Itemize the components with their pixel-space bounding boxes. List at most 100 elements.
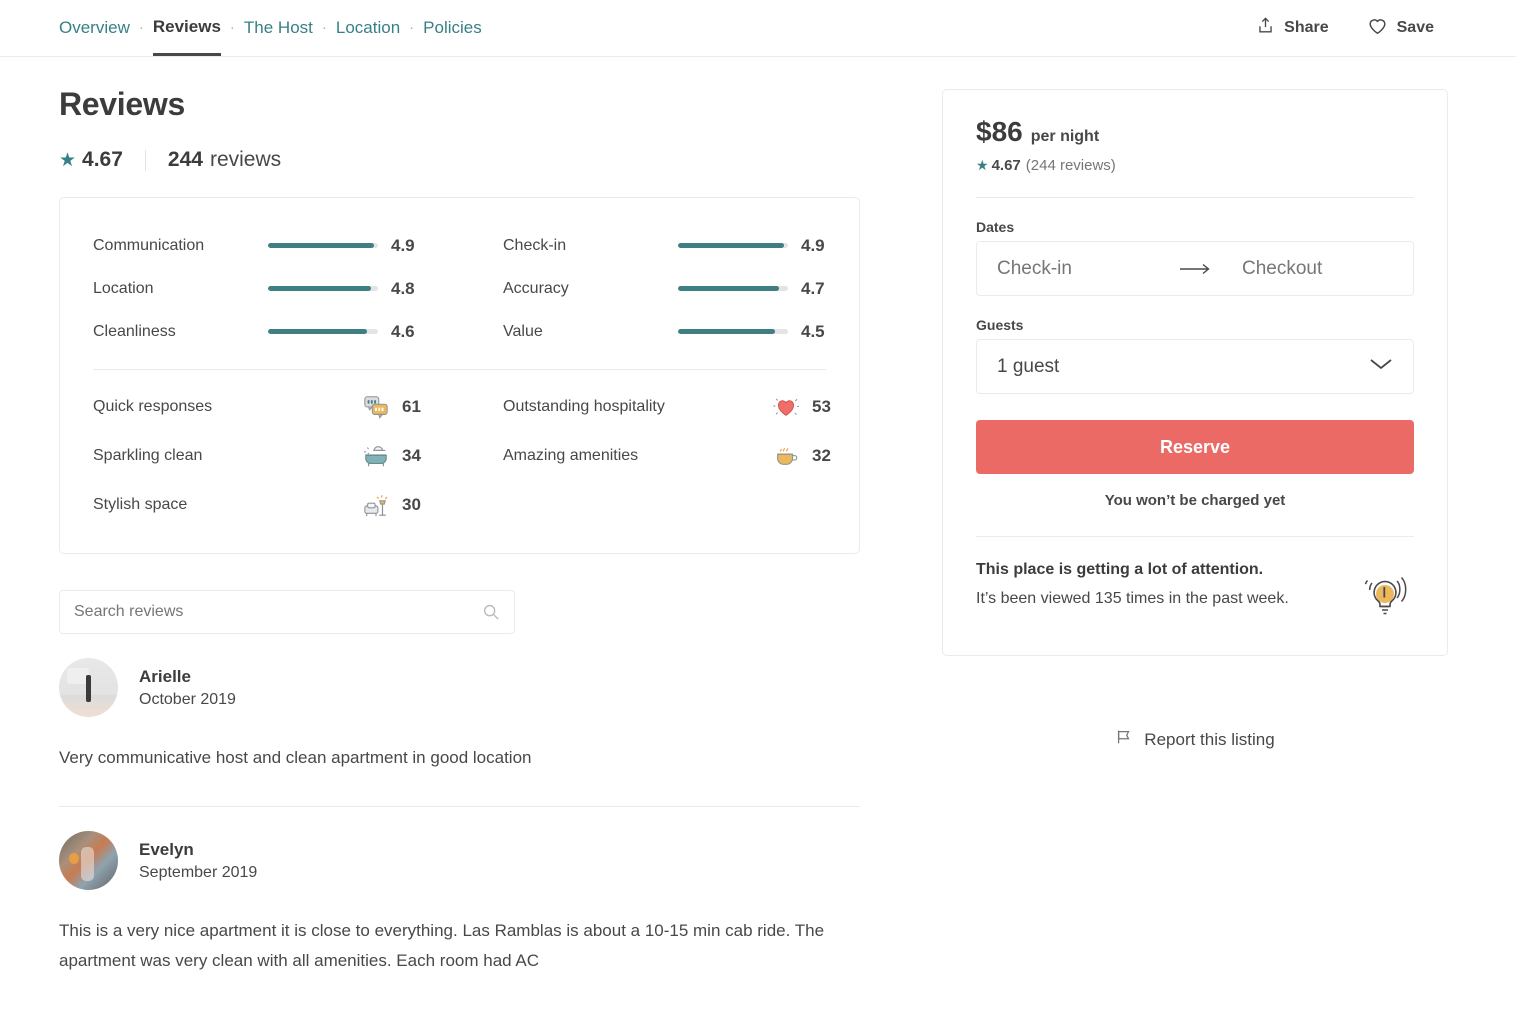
rating-bar-value: 4.8 (391, 278, 415, 298)
highlight-tag-row: Stylish space 30 (93, 480, 503, 529)
rating-bar-fill (678, 286, 780, 291)
highlight-tag-count: 30 (402, 494, 421, 514)
rating-bar-track (678, 329, 788, 334)
rating-bar-value: 4.7 (801, 278, 825, 298)
bathtub-icon (361, 441, 391, 471)
share-button[interactable]: Share (1250, 15, 1334, 41)
save-label: Save (1396, 19, 1434, 36)
reserve-button[interactable]: Reserve (976, 420, 1414, 474)
nav-item-overview[interactable]: Overview (59, 0, 130, 56)
dates-label: Dates (976, 219, 1015, 235)
nav-item-policies[interactable]: Policies (423, 0, 482, 56)
attention-title: This place is getting a lot of attention… (976, 561, 1264, 578)
secondary-nav-bar: Overview · Reviews · The Host · Location… (0, 0, 1516, 57)
attention-text: This place is getting a lot of attention… (976, 561, 1356, 611)
rating-bar-track (678, 286, 788, 291)
highlight-tag-label: Stylish space (93, 495, 188, 513)
highlight-tags-grid: Quick responses 61 Sparkling clean 34 St… (60, 382, 859, 529)
highlight-tag-count: 53 (812, 396, 831, 416)
guests-select[interactable]: 1 guest (976, 339, 1414, 394)
rating-bar-label: Value (503, 322, 543, 340)
divider (976, 536, 1414, 537)
nav-separator: · (321, 18, 327, 36)
rating-bar-track (268, 286, 378, 291)
checkin-input[interactable]: Check-in (977, 242, 1168, 295)
nav-item-reviews[interactable]: Reviews (152, 0, 221, 56)
review-meta: Evelyn September 2019 (139, 840, 257, 882)
dates-field[interactable]: Check-in Checkout (976, 241, 1414, 296)
rating-bar-fill (268, 243, 374, 248)
star-icon: ★ (59, 149, 77, 171)
price-period: per night (1030, 128, 1100, 145)
highlight-tag-row: Quick responses 61 (93, 382, 503, 431)
nav-separator: · (409, 18, 415, 36)
review-text: Very communicative host and clean apartm… (59, 748, 532, 767)
review-item: Arielle October 2019 Very communicative … (59, 634, 919, 807)
heart-outline-icon (1367, 16, 1388, 40)
highlight-tag-label: Quick responses (93, 397, 213, 415)
search-reviews-field[interactable] (59, 590, 515, 634)
search-icon[interactable] (482, 603, 500, 626)
rating-bar-row: Communication 4.9 (93, 224, 503, 267)
review-meta: Arielle October 2019 (139, 667, 236, 709)
rating-bar-label: Cleanliness (93, 322, 176, 340)
rating-bars-right-column: Check-in 4.9 Accuracy 4.7 Value 4.5 (503, 224, 826, 353)
rating-bars-left-column: Communication 4.9 Location 4.8 Cleanline… (93, 224, 503, 353)
highlight-tag-count: 32 (812, 445, 831, 465)
review-date: September 2019 (139, 863, 258, 881)
rating-bar-value: 4.9 (391, 235, 415, 255)
highlight-tag-row-empty (503, 480, 831, 529)
rating-bar-track (268, 243, 378, 248)
guests-label: Guests (976, 317, 1024, 333)
checkout-input[interactable]: Checkout (1222, 242, 1413, 295)
divider (976, 197, 1414, 198)
highlight-tag-count: 34 (402, 445, 421, 465)
rating-breakdown-card: Communication 4.9 Location 4.8 Cleanline… (59, 197, 860, 554)
highlight-tags-left-column: Quick responses 61 Sparkling clean 34 St… (93, 382, 503, 529)
rating-bar-row: Value 4.5 (503, 310, 826, 353)
armchair-lamp-icon (361, 490, 391, 520)
avatar (59, 658, 118, 717)
highlight-tag-row: Amazing amenities 32 (503, 431, 831, 480)
price-amount: $86 (976, 116, 1023, 147)
overall-rating-value: 4.67 (82, 148, 123, 171)
review-header: Evelyn September 2019 (59, 831, 919, 890)
rating-bar-value: 4.6 (391, 321, 415, 341)
rating-bar-label: Communication (93, 236, 205, 254)
review-count-label: reviews (209, 148, 282, 171)
reviews-main-column: Reviews ★ 4.67 244 reviews Communication… (59, 57, 919, 976)
rating-bar-fill (678, 329, 775, 334)
booking-card: $86 per night ★ 4.67 (244 reviews) Dates… (942, 89, 1448, 656)
share-label: Share (1284, 19, 1329, 36)
price-row: $86 per night (976, 116, 1414, 148)
search-input[interactable] (60, 591, 514, 633)
booking-rating-row[interactable]: ★ 4.67 (244 reviews) (976, 157, 1414, 174)
nav-item-location[interactable]: Location (336, 0, 400, 56)
rating-bar-fill (268, 329, 367, 334)
reviewer-name: Arielle (139, 666, 191, 686)
coffee-cup-icon (771, 441, 801, 471)
save-button[interactable]: Save (1361, 15, 1440, 41)
rating-bar-row: Check-in 4.9 (503, 224, 826, 267)
review-text: This is a very nice apartment it is clos… (59, 921, 825, 970)
report-listing-link[interactable]: Report this listing (942, 728, 1448, 751)
booking-rating-value: 4.67 (991, 157, 1021, 174)
card-divider (93, 369, 826, 370)
rating-bar-track (678, 243, 788, 248)
attention-notice: This place is getting a lot of attention… (976, 561, 1414, 625)
nav-items: Overview · Reviews · The Host · Location… (59, 0, 482, 56)
rating-bar-fill (268, 286, 372, 291)
booking-review-count: (244 reviews) (1025, 157, 1116, 174)
rating-bar-label: Location (93, 279, 154, 297)
flag-icon (1115, 728, 1133, 751)
nav-item-the-host[interactable]: The Host (244, 0, 313, 56)
rating-bar-value: 4.5 (801, 321, 825, 341)
rating-bar-fill (678, 243, 784, 248)
chevron-down-icon[interactable] (1369, 357, 1393, 376)
rating-bar-track (268, 329, 378, 334)
sparkling-heart-icon (771, 392, 801, 422)
rating-bars-grid: Communication 4.9 Location 4.8 Cleanline… (60, 224, 859, 353)
highlight-tag-label: Outstanding hospitality (503, 397, 665, 415)
rating-bar-value: 4.9 (801, 235, 825, 255)
rating-bar-row: Location 4.8 (93, 267, 503, 310)
